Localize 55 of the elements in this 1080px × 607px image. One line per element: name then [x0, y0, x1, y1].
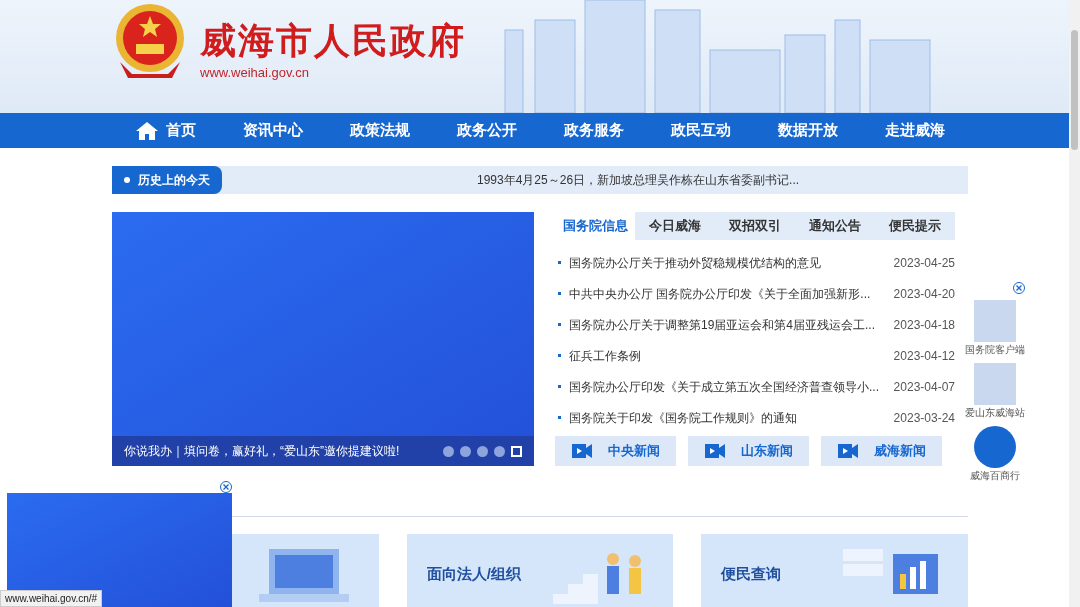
- bullet-icon: [558, 385, 561, 388]
- app-logo-icon: [974, 300, 1016, 342]
- news-tab[interactable]: 便民提示: [875, 212, 955, 240]
- side-app-link[interactable]: 威海百商行: [970, 426, 1020, 483]
- history-text: 1993年4月25～26日，新加坡总理吴作栋在山东省委副书记...: [477, 172, 800, 189]
- news-date: 2023-04-25: [893, 254, 955, 272]
- news-date: 2023-04-12: [893, 347, 955, 365]
- side-app-link[interactable]: 国务院客户端: [965, 300, 1025, 357]
- home-icon: [135, 121, 158, 140]
- nav-link[interactable]: 首页: [112, 113, 219, 148]
- news-tab[interactable]: 双招双引: [715, 212, 795, 240]
- service-card[interactable]: 面向法人/组织: [406, 534, 674, 607]
- floating-ad-dialog[interactable]: [7, 493, 232, 607]
- news-channel-button[interactable]: 山东新闻: [688, 436, 809, 466]
- bullet-icon: [558, 323, 561, 326]
- close-icon[interactable]: [220, 481, 232, 493]
- carousel-caption: 你说我办｜填问卷，赢好礼，“爱山东”邀你提建议啦!: [124, 443, 401, 460]
- service-card[interactable]: 便民查询: [701, 534, 968, 607]
- news-date: 2023-03-24: [893, 409, 955, 427]
- news-tab[interactable]: 今日威海: [635, 212, 715, 240]
- nav-link[interactable]: 政策法规: [326, 113, 433, 148]
- news-date: 2023-04-20: [893, 285, 955, 303]
- nav-link[interactable]: 政务公开: [433, 113, 540, 148]
- news-link[interactable]: 国务院关于印发《国务院工作规则》的通知: [569, 408, 894, 427]
- news-date: 2023-04-18: [893, 316, 955, 334]
- news-channel-button[interactable]: 中央新闻: [555, 436, 676, 466]
- news-date: 2023-04-07: [893, 378, 955, 396]
- news-link[interactable]: 国务院办公厅印发《关于成立第五次全国经济普查领导小...: [569, 377, 894, 396]
- news-link[interactable]: 国务院办公厅关于调整第19届亚运会和第4届亚残运会工...: [569, 315, 894, 334]
- news-link[interactable]: 征兵工作条例: [569, 346, 894, 365]
- news-tab[interactable]: 通知公告: [795, 212, 875, 240]
- bullet-icon: [558, 292, 561, 295]
- history-label: 历史上的今天: [112, 166, 222, 194]
- news-tab[interactable]: 国务院信息: [555, 212, 635, 240]
- video-camera-icon: [837, 444, 858, 458]
- side-app-link[interactable]: 爱山东威海站: [965, 363, 1025, 420]
- nav-link[interactable]: 政民互动: [647, 113, 754, 148]
- status-bar-url: www.weihai.gov.cn/#: [0, 590, 103, 607]
- bullet-icon: [558, 416, 561, 419]
- nav-link[interactable]: 政务服务: [540, 113, 647, 148]
- nav-link[interactable]: 数据开放: [754, 113, 861, 148]
- app-logo-icon: [974, 363, 1016, 405]
- video-camera-icon: [704, 444, 725, 458]
- app-logo-icon: [974, 426, 1016, 468]
- news-link[interactable]: 中共中央办公厅 国务院办公厅印发《关于全面加强新形...: [569, 284, 894, 303]
- bullet-icon: [558, 261, 561, 264]
- news-channel-button[interactable]: 威海新闻: [821, 436, 942, 466]
- site-url: www.weihai.gov.cn: [200, 64, 310, 82]
- close-icon[interactable]: [1013, 282, 1025, 294]
- nav-link[interactable]: 资讯中心: [219, 113, 326, 148]
- video-camera-icon: [571, 444, 592, 458]
- news-link[interactable]: 国务院办公厅关于推动外贸稳规模优结构的意见: [569, 253, 894, 272]
- site-title: 威海市人民政府: [200, 19, 466, 63]
- bullet-icon: [558, 354, 561, 357]
- nav-link[interactable]: 走进威海: [861, 113, 968, 148]
